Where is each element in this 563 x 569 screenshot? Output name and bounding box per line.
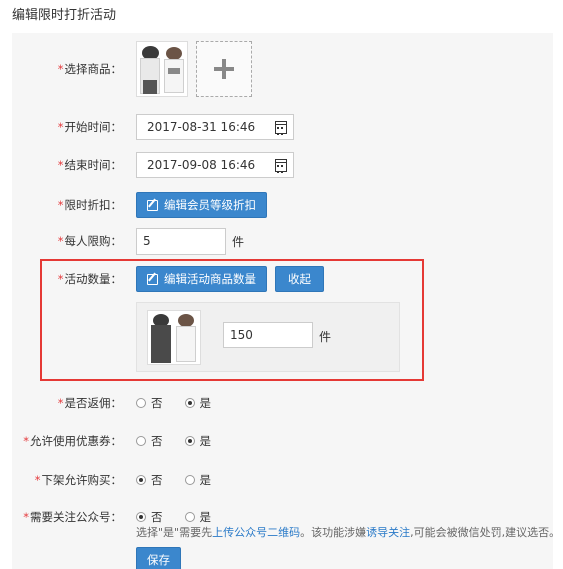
label-follow-official: *需要关注公众号： bbox=[23, 510, 122, 524]
row-limit-per-person: *每人限购： 5 件 bbox=[12, 227, 553, 255]
plus-icon bbox=[214, 59, 234, 79]
row-rebate: *是否返佣： 否 是 bbox=[12, 389, 553, 417]
label-end-time: *结束时间： bbox=[57, 158, 122, 172]
radio-checked-icon bbox=[184, 398, 195, 408]
page-title: 编辑限时打折活动 bbox=[12, 8, 117, 23]
label-rebate: *是否返佣： bbox=[57, 396, 122, 410]
radio-icon bbox=[136, 436, 146, 446]
end-time-input[interactable]: 2017-09-08 16:46 bbox=[136, 152, 294, 178]
unit-label: 件 bbox=[232, 234, 245, 249]
label-offshelf-buy: *下架允许购买： bbox=[34, 473, 122, 487]
induced-follow-link[interactable]: 诱导关注 bbox=[366, 526, 410, 539]
edit-member-discount-button[interactable]: 编辑会员等级折扣 bbox=[136, 192, 267, 218]
follow-radio-no[interactable]: 否 bbox=[136, 509, 163, 525]
product-controls bbox=[136, 39, 252, 99]
calendar-icon[interactable] bbox=[275, 120, 287, 135]
label-limit-per-person: *每人限购： bbox=[57, 234, 122, 248]
radio-icon bbox=[136, 398, 146, 408]
required-mark: * bbox=[57, 62, 64, 76]
edit-icon bbox=[147, 199, 158, 211]
coupon-radio-yes[interactable]: 是 bbox=[184, 433, 211, 449]
radio-checked-icon bbox=[136, 512, 146, 522]
row-discount: *限时折扣： 编辑会员等级折扣 bbox=[12, 191, 553, 219]
radio-icon bbox=[184, 475, 195, 485]
limit-per-person-input[interactable]: 5 bbox=[136, 227, 226, 255]
row-start-time: *开始时间： 2017-08-31 16:46 bbox=[12, 113, 553, 141]
offshelf-radio-yes[interactable]: 是 bbox=[184, 472, 211, 488]
label-coupon: *允许使用优惠券： bbox=[23, 434, 122, 448]
radio-checked-icon bbox=[184, 436, 195, 446]
end-time-value: 2017-09-08 16:46 bbox=[147, 158, 256, 172]
offshelf-radio-no[interactable]: 否 bbox=[136, 472, 163, 488]
upload-qrcode-link[interactable]: 上传公众号二维码 bbox=[212, 526, 300, 539]
follow-radio-yes[interactable]: 是 bbox=[184, 509, 211, 525]
row-offshelf-buy: *下架允许购买： 否 是 bbox=[12, 466, 553, 494]
form-panel: *选择商品： *开始时间： 2017-08-31 16:46 *结束时间： 20… bbox=[12, 33, 560, 569]
start-time-value: 2017-08-31 16:46 bbox=[147, 120, 256, 134]
calendar-icon[interactable] bbox=[275, 158, 287, 173]
label-select-product: *选择商品： bbox=[57, 62, 122, 76]
row-end-time: *结束时间： 2017-09-08 16:46 bbox=[12, 151, 553, 179]
start-time-input[interactable]: 2017-08-31 16:46 bbox=[136, 114, 294, 140]
rebate-radio-yes[interactable]: 是 bbox=[184, 395, 211, 411]
row-coupon: *允许使用优惠券： 否 是 bbox=[12, 427, 553, 455]
label-start-time: *开始时间： bbox=[57, 120, 122, 134]
coupon-radio-no[interactable]: 否 bbox=[136, 433, 163, 449]
save-button[interactable]: 保存 bbox=[136, 547, 181, 569]
product-thumbnail[interactable] bbox=[136, 41, 188, 97]
row-select-product: *选择商品： bbox=[12, 39, 553, 99]
radio-checked-icon bbox=[136, 475, 146, 485]
radio-icon bbox=[184, 512, 195, 522]
follow-hint: 选择"是"需要先上传公众号二维码。该功能涉嫌诱导关注,可能会被微信处罚,建议选否… bbox=[136, 526, 561, 539]
highlight-box bbox=[40, 259, 424, 381]
label-discount: *限时折扣： bbox=[57, 198, 122, 212]
limit-value: 5 bbox=[143, 234, 151, 248]
add-product-button[interactable] bbox=[196, 41, 252, 97]
rebate-radio-no[interactable]: 否 bbox=[136, 395, 163, 411]
